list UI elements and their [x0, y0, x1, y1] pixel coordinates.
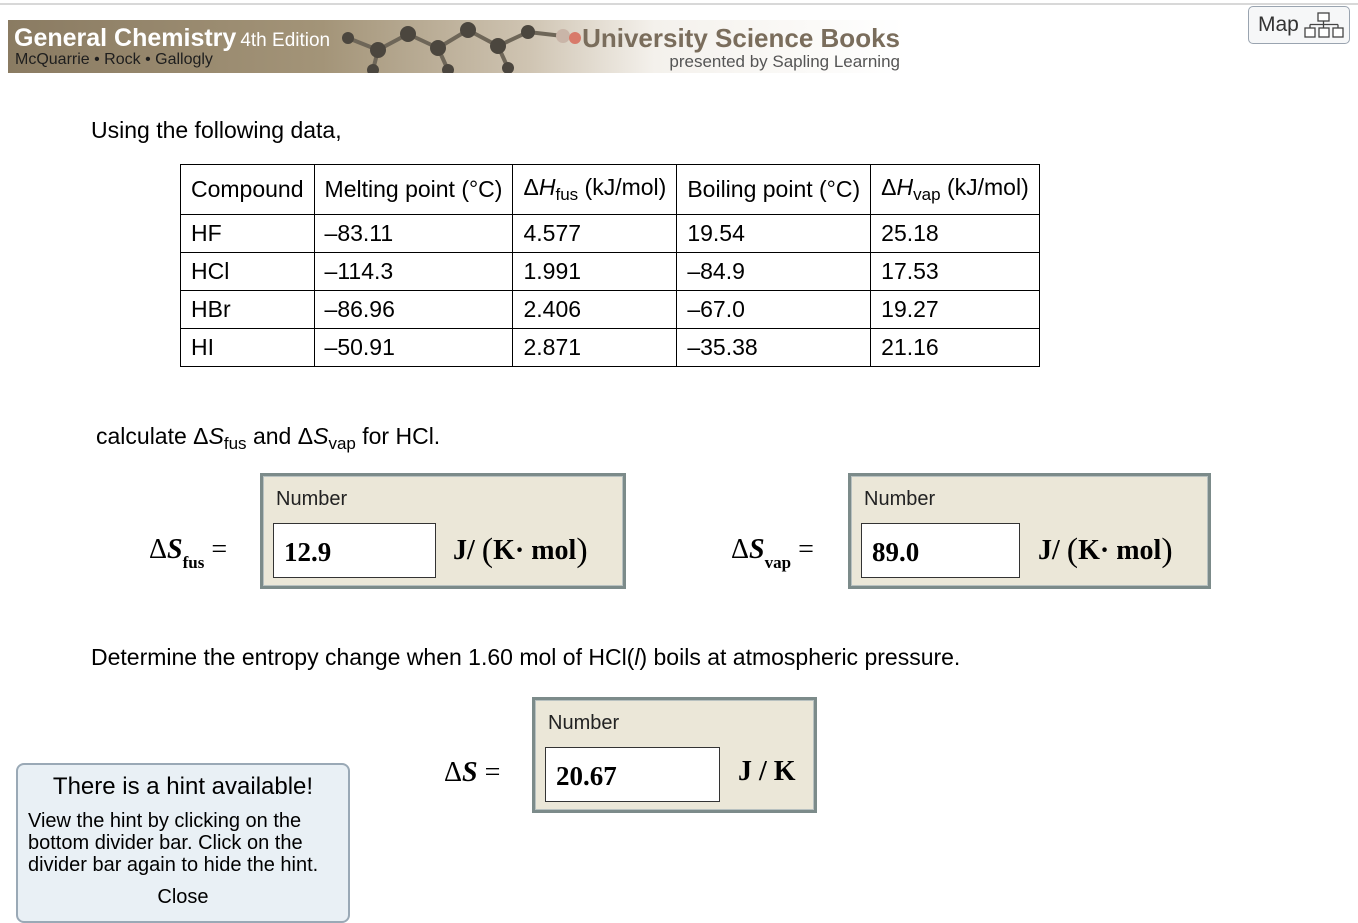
table-cell: –84.9 [676, 252, 872, 291]
table-cell: –86.96 [313, 290, 514, 329]
answer-box-fus: Number 12.9 J/ (K· mol) [260, 473, 626, 589]
table-cell: –67.0 [676, 290, 872, 329]
delta-s-input[interactable]: 20.67 [545, 747, 720, 802]
table-cell: –83.11 [313, 214, 514, 253]
header-compound: Compound [180, 164, 315, 215]
map-button-label: Map [1258, 13, 1299, 36]
table-header-row: Compound Melting point (°C) ΔHfus (kJ/mo… [180, 164, 1040, 215]
table-cell: 1.991 [512, 252, 678, 291]
number-label: Number [864, 488, 936, 510]
header-dhvap: ΔHvap (kJ/mol) [870, 164, 1040, 215]
sitemap-icon [1304, 12, 1344, 38]
book-edition: 4th Edition [240, 30, 331, 51]
table-cell: –35.38 [676, 328, 872, 367]
hint-body: View the hint by clicking on the bottom … [28, 810, 319, 876]
question-prompt-boiling: Determine the entropy change when 1.60 m… [91, 644, 961, 670]
table-row: HCl –114.3 1.991 –84.9 17.53 [180, 252, 1040, 291]
textbook-banner: General Chemistry 4th Edition McQuarrie •… [8, 20, 906, 73]
delta-s-vap-label: ΔSvap = [731, 534, 814, 572]
number-label: Number [276, 488, 348, 510]
table-cell: 17.53 [870, 252, 1040, 291]
delta-s-vap-input[interactable]: 89.0 [861, 523, 1020, 578]
table-cell: HCl [180, 252, 315, 291]
map-button[interactable]: Map [1248, 6, 1350, 44]
book-title: General Chemistry 4th Edition [14, 24, 331, 52]
question-prompt-entropy: calculate ΔSfus and ΔSvap for HCl. [96, 423, 441, 453]
hint-close-button[interactable]: Close [18, 886, 348, 909]
table-cell: 21.16 [870, 328, 1040, 367]
header-dhfus: ΔHfus (kJ/mol) [512, 164, 678, 215]
table-cell: HBr [180, 290, 315, 329]
unit-label: J/ (K· mol) [1038, 532, 1173, 569]
answer-box-total: Number 20.67 J / K [532, 697, 817, 813]
publisher-name: University Science Books [582, 23, 900, 53]
top-divider [0, 3, 1358, 5]
question-intro: Using the following data, [91, 117, 342, 143]
data-table: Compound Melting point (°C) ΔHfus (kJ/mo… [180, 164, 1040, 367]
number-label: Number [548, 712, 620, 734]
presented-by: presented by Sapling Learning [669, 52, 900, 71]
table-cell: HI [180, 328, 315, 367]
table-cell: 4.577 [512, 214, 678, 253]
delta-s-fus-input[interactable]: 12.9 [273, 523, 436, 578]
hint-title: There is a hint available! [52, 773, 314, 800]
unit-label: J/ (K· mol) [453, 532, 588, 569]
table-row: HF –83.11 4.577 19.54 25.18 [180, 214, 1040, 253]
table-cell: 2.871 [512, 328, 678, 367]
header-boiling-point: Boiling point (°C) [676, 164, 872, 215]
delta-s-fus-label: ΔSfus = [149, 534, 228, 572]
table-cell: –114.3 [313, 252, 514, 291]
table-cell: –50.91 [313, 328, 514, 367]
hint-popup: There is a hint available! View the hint… [16, 763, 350, 923]
table-cell: HF [180, 214, 315, 253]
table-cell: 19.54 [676, 214, 872, 253]
delta-s-label: ΔS = [444, 757, 501, 788]
answer-box-vap: Number 89.0 J/ (K· mol) [848, 473, 1211, 589]
table-cell: 19.27 [870, 290, 1040, 329]
header-melting-point: Melting point (°C) [313, 164, 514, 215]
table-row: HBr –86.96 2.406 –67.0 19.27 [180, 290, 1040, 329]
table-cell: 25.18 [870, 214, 1040, 253]
unit-label: J / K [738, 756, 796, 787]
molecule-graphic [342, 22, 581, 73]
table-row: HI –50.91 2.871 –35.38 21.16 [180, 328, 1040, 367]
table-cell: 2.406 [512, 290, 678, 329]
book-authors: McQuarrie • Rock • Gallogly [15, 51, 213, 68]
